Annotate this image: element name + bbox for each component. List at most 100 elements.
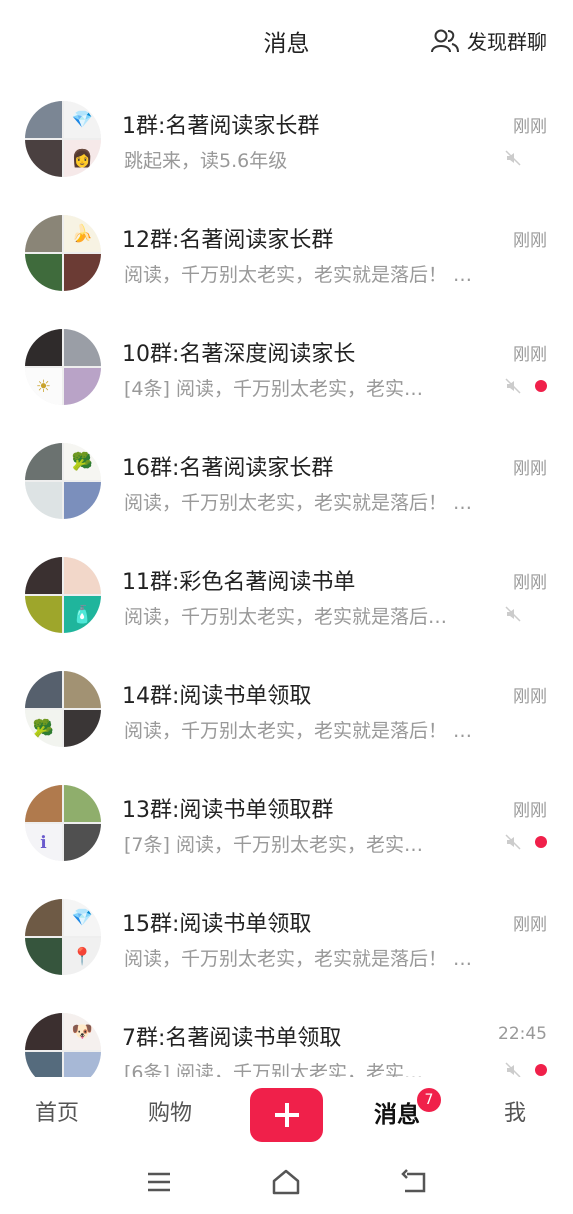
chat-name: 11群:彩色名著阅读书单 [122, 570, 356, 595]
broccoli-icon: 🥦 [32, 718, 55, 739]
home-icon[interactable] [271, 1167, 301, 1197]
chat-row[interactable]: 🧴 11群:彩色名著阅读书单 阅读，千万别太老实，老实就是落后… 刚刚 [0, 540, 573, 654]
diamond-icon: 💎 [71, 109, 94, 130]
chat-time: 刚刚 [513, 231, 547, 251]
dog-icon: 🐶 [71, 1021, 94, 1042]
avatar-tile [25, 899, 62, 936]
chat-row[interactable]: 🥦 16群:名著阅读家长群 阅读，千万别太老实，老实就是落后！ … 刚刚 [0, 426, 573, 540]
chat-row[interactable]: 🍌 12群:名著阅读家长群 阅读，千万别太老实，老实就是落后！ … 刚刚 [0, 198, 573, 312]
discover-group-chat-button[interactable]: 发现群聊 [431, 26, 547, 55]
avatar-tile [64, 482, 101, 519]
avatar-tile [25, 101, 62, 138]
chat-name: 1群:名著阅读家长群 [122, 114, 320, 139]
info-icon: ℹ [40, 832, 47, 853]
mute-icon [505, 606, 521, 622]
mute-icon [505, 834, 521, 850]
banana-icon: 🍌 [71, 223, 94, 244]
bottle-icon: 🧴 [71, 604, 94, 625]
avatar-tile [25, 938, 62, 975]
chat-time: 22:45 [498, 1024, 547, 1044]
chat-row[interactable]: 💎 📍 15群:阅读书单领取 阅读，千万别太老实，老实就是落后！ … 刚刚 [0, 882, 573, 996]
unread-dot [535, 836, 547, 848]
avatar-tile [25, 329, 62, 366]
unread-dot [535, 1064, 547, 1076]
chat-list[interactable]: 💎 👩 1群:名著阅读家长群 跳起来，读5.6年级 刚刚 🍌 12群:名著阅读家… [0, 84, 573, 1077]
chat-preview: 阅读，千万别太老实，老实就是落后！ … [124, 264, 473, 286]
chat-time: 刚刚 [513, 573, 547, 593]
avatar-tile [25, 1052, 62, 1077]
system-nav-bar [0, 1149, 573, 1214]
avatar-tile: 💎 [64, 101, 101, 138]
back-icon[interactable] [399, 1167, 429, 1197]
chat-preview: 跳起来，读5.6年级 [124, 150, 288, 172]
avatar-tile: 🥦 [64, 443, 101, 480]
plus-icon [274, 1103, 299, 1127]
group-avatar: ☀ [25, 329, 101, 405]
nav-me[interactable]: 我 [504, 1095, 526, 1127]
chat-preview: [7条] 阅读，千万别太老实，老实… [124, 834, 423, 856]
avatar-tile: 📍 [64, 938, 101, 975]
avatar-tile [25, 1013, 62, 1050]
nav-messages[interactable]: 消息 [374, 1095, 420, 1129]
mute-icon [505, 1062, 521, 1077]
people-icon [431, 29, 459, 52]
sun-icon: ☀ [35, 376, 52, 397]
chat-time: 刚刚 [513, 687, 547, 707]
group-avatar: 💎 📍 [25, 899, 101, 975]
unread-count-badge: 7 [415, 1086, 443, 1114]
face-icon: 👩 [71, 148, 94, 169]
chat-name: 15群:阅读书单领取 [122, 912, 312, 937]
avatar-tile [64, 329, 101, 366]
chat-name: 16群:名著阅读家长群 [122, 456, 334, 481]
chat-time: 刚刚 [513, 345, 547, 365]
avatar-tile [64, 824, 101, 861]
top-bar: 消息 发现群聊 [0, 0, 573, 84]
create-button[interactable] [250, 1088, 323, 1142]
avatar-tile [64, 785, 101, 822]
avatar-tile [64, 557, 101, 594]
chat-row[interactable]: 🐶 7群:名著阅读书单领取 [6条] 阅读，千万别太老实，老实… 22:45 [0, 996, 573, 1077]
group-avatar: 🥦 [25, 671, 101, 747]
chat-name: 14群:阅读书单领取 [122, 684, 312, 709]
avatar-tile [25, 785, 62, 822]
chat-preview: 阅读，千万别太老实，老实就是落后！ … [124, 948, 473, 970]
avatar-tile: ℹ [25, 824, 62, 861]
group-avatar: 🧴 [25, 557, 101, 633]
chat-time: 刚刚 [513, 801, 547, 821]
chat-row[interactable]: 💎 👩 1群:名著阅读家长群 跳起来，读5.6年级 刚刚 [0, 84, 573, 198]
avatar-tile: 👩 [64, 140, 101, 177]
chat-row[interactable]: 🥦 14群:阅读书单领取 阅读，千万别太老实，老实就是落后！ … 刚刚 [0, 654, 573, 768]
diamond-icon: 💎 [71, 907, 94, 928]
avatar-tile [64, 254, 101, 291]
chat-row[interactable]: ℹ 13群:阅读书单领取群 [7条] 阅读，千万别太老实，老实… 刚刚 [0, 768, 573, 882]
avatar-tile [25, 443, 62, 480]
group-avatar: 🐶 [25, 1013, 101, 1077]
avatar-tile [64, 710, 101, 747]
chat-preview: 阅读，千万别太老实，老实就是落后… [124, 606, 448, 628]
avatar-tile [25, 254, 62, 291]
avatar-tile [25, 215, 62, 252]
nav-home[interactable]: 首页 [35, 1095, 79, 1127]
avatar-tile: 🧴 [64, 596, 101, 633]
avatar-tile: 🐶 [64, 1013, 101, 1050]
avatar-tile [64, 1052, 101, 1077]
chat-time: 刚刚 [513, 915, 547, 935]
avatar-tile: ☀ [25, 368, 62, 405]
pin-icon: 📍 [71, 946, 94, 967]
chat-preview: 阅读，千万别太老实，老实就是落后！ … [124, 720, 473, 742]
avatar-tile [25, 596, 62, 633]
avatar-tile [25, 140, 62, 177]
avatar-tile [25, 557, 62, 594]
chat-name: 13群:阅读书单领取群 [122, 798, 334, 823]
menu-icon[interactable] [144, 1167, 174, 1197]
nav-shop[interactable]: 购物 [148, 1095, 192, 1127]
chat-time: 刚刚 [513, 459, 547, 479]
group-avatar: 🥦 [25, 443, 101, 519]
mute-icon [505, 378, 521, 394]
broccoli-icon: 🥦 [71, 451, 94, 472]
avatar-tile [25, 482, 62, 519]
mute-icon [505, 150, 521, 166]
chat-name: 7群:名著阅读书单领取 [122, 1026, 342, 1051]
chat-preview: [6条] 阅读，千万别太老实，老实… [124, 1062, 423, 1077]
chat-row[interactable]: ☀ 10群:名著深度阅读家长 [4条] 阅读，千万别太老实，老实… 刚刚 [0, 312, 573, 426]
